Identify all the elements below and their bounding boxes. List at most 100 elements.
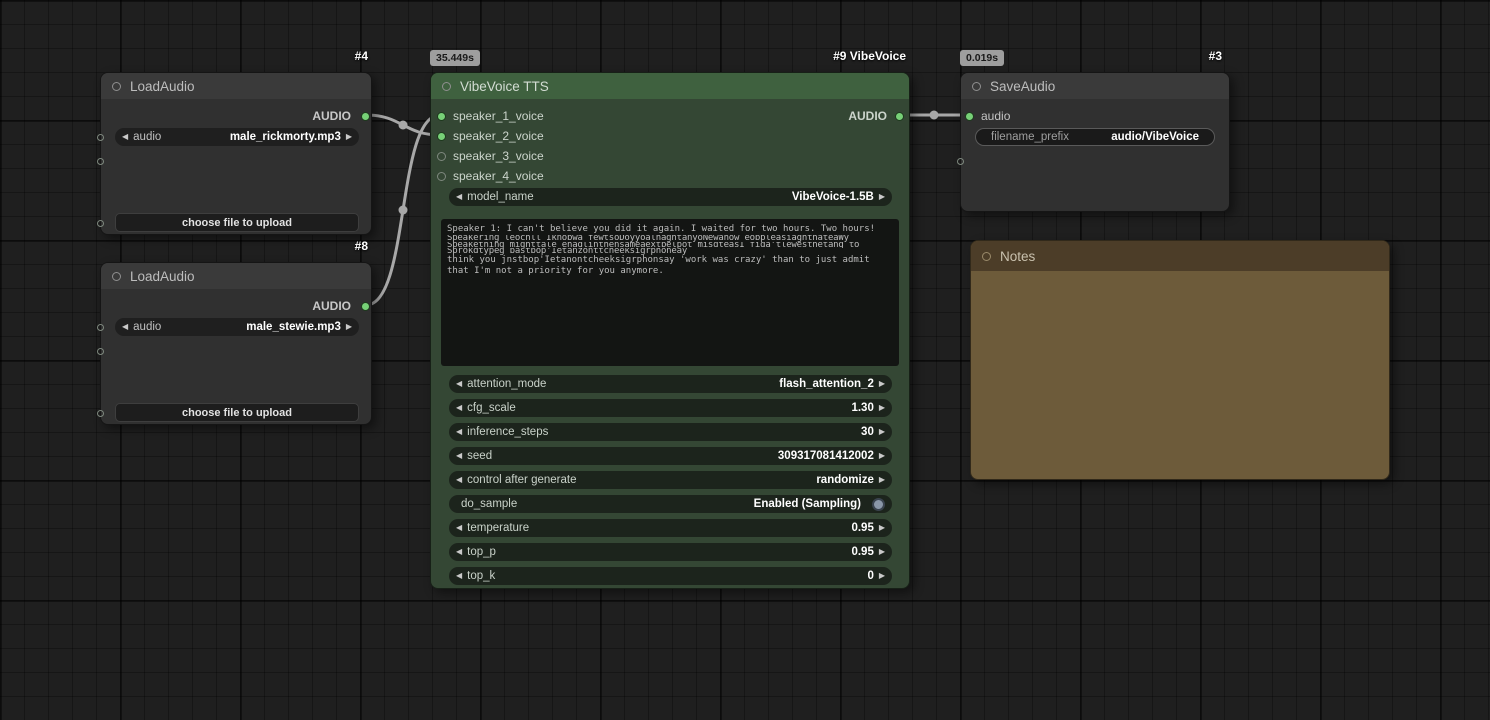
widget-value: 0.95: [851, 546, 873, 558]
script-line: Speakering leochll Iknobwa fěwtsoDoyyoal…: [447, 235, 893, 242]
script-line: Sprokdtÿpeg bastbop'Ietanžonttcheeksigrp…: [447, 248, 893, 255]
script-line: Speaker 1: I can't believe you did it ag…: [447, 224, 893, 235]
collapse-dot-icon[interactable]: [982, 252, 991, 261]
widget-name: audio: [133, 131, 161, 143]
input-slot-label: speaker_1_voice: [453, 109, 544, 123]
stepper-right-arrow-icon[interactable]: ▶: [879, 572, 885, 580]
node-loadaudio-2[interactable]: LoadAudio AUDIO ◀ audio male_stewie.mp3 …: [100, 262, 372, 425]
top-p-number-widget[interactable]: ◀ top_p 0.95 ▶: [449, 543, 892, 561]
do-sample-toggle-widget[interactable]: do_sample Enabled (Sampling): [449, 495, 892, 513]
output-dot-audio[interactable]: [895, 112, 904, 121]
widget-value: 0.95: [851, 522, 873, 534]
script-line: think you jnstbop'Ietanontcheeksigrphons…: [447, 255, 893, 266]
widget-input-dot-upload[interactable]: [97, 410, 104, 417]
stepper-right-arrow-icon[interactable]: ▶: [879, 428, 885, 436]
output-slot-audio: AUDIO: [312, 107, 351, 125]
attention-mode-combo-widget[interactable]: ◀ attention_mode flash_attention_2 ▶: [449, 375, 892, 393]
choose-file-button[interactable]: choose file to upload: [115, 213, 359, 232]
script-textarea[interactable]: Speaker 1: I can't believe you did it ag…: [441, 219, 899, 366]
input-slot-label: speaker_4_voice: [453, 169, 544, 183]
stepper-left-arrow-icon[interactable]: ◀: [456, 524, 462, 532]
input-dot-speaker-3-voice[interactable]: [437, 152, 446, 161]
filename-prefix-text-widget[interactable]: filename_prefix audio/VibeVoice: [975, 128, 1215, 146]
collapse-dot-icon[interactable]: [972, 82, 981, 91]
node-notes[interactable]: Notes: [970, 240, 1390, 480]
toggle-knob-icon[interactable]: [872, 498, 885, 511]
widget-value: VibeVoice-1.5B: [792, 191, 874, 203]
seed-number-widget[interactable]: ◀ seed 309317081412002 ▶: [449, 447, 892, 465]
node-id-badge-vibe: #9 VibeVoice: [430, 49, 906, 63]
input-dot-speaker-2-voice[interactable]: [437, 132, 446, 141]
widget-value: male_rickmorty.mp3: [230, 131, 341, 143]
stepper-left-arrow-icon[interactable]: ◀: [456, 428, 462, 436]
input-slot: speaker_3_voice: [453, 147, 544, 165]
node-header[interactable]: LoadAudio: [101, 73, 371, 99]
stepper-right-arrow-icon[interactable]: ▶: [879, 524, 885, 532]
inference-steps-number-widget[interactable]: ◀ inference_steps 30 ▶: [449, 423, 892, 441]
input-slot: speaker_1_voice: [453, 107, 544, 125]
combo-right-arrow-icon[interactable]: ▶: [346, 323, 352, 331]
combo-left-arrow-icon[interactable]: ◀: [456, 380, 462, 388]
stepper-right-arrow-icon[interactable]: ▶: [879, 452, 885, 460]
widget-input-dot-audio[interactable]: [97, 324, 104, 331]
audio-combo-widget[interactable]: ◀ audio male_rickmorty.mp3 ▶: [115, 128, 359, 146]
input-dot-speaker-1-voice[interactable]: [437, 112, 446, 121]
stepper-left-arrow-icon[interactable]: ◀: [456, 572, 462, 580]
stepper-right-arrow-icon[interactable]: ▶: [879, 404, 885, 412]
combo-left-arrow-icon[interactable]: ◀: [456, 476, 462, 484]
node-loadaudio-1[interactable]: LoadAudio AUDIO ◀ audio male_rickmorty.m…: [100, 72, 372, 235]
combo-right-arrow-icon[interactable]: ▶: [879, 476, 885, 484]
stepper-left-arrow-icon[interactable]: ◀: [456, 452, 462, 460]
stepper-left-arrow-icon[interactable]: ◀: [456, 404, 462, 412]
widget-input-dot-audio[interactable]: [97, 134, 104, 141]
input-slot-label: speaker_3_voice: [453, 149, 544, 163]
node-header[interactable]: LoadAudio: [101, 263, 371, 289]
widget-input-dot-upload[interactable]: [97, 220, 104, 227]
wire-midpoint-dot: [399, 206, 408, 215]
widget-input-dot[interactable]: [97, 348, 104, 355]
widget-value: audio/VibeVoice: [1111, 131, 1199, 143]
collapse-dot-icon[interactable]: [112, 272, 121, 281]
control-after-generate-combo-widget[interactable]: ◀ control after generate randomize ▶: [449, 471, 892, 489]
cfg-scale-number-widget[interactable]: ◀ cfg_scale 1.30 ▶: [449, 399, 892, 417]
node-title: LoadAudio: [130, 79, 195, 94]
collapse-dot-icon[interactable]: [442, 82, 451, 91]
output-slot-label: AUDIO: [312, 299, 351, 313]
node-title: LoadAudio: [130, 269, 195, 284]
widget-input-dot-filename-prefix[interactable]: [957, 158, 964, 165]
choose-file-button[interactable]: choose file to upload: [115, 403, 359, 422]
node-header[interactable]: SaveAudio: [961, 73, 1229, 99]
node-saveaudio[interactable]: SaveAudio audio filename_prefix audio/Vi…: [960, 72, 1230, 212]
top-k-number-widget[interactable]: ◀ top_k 0 ▶: [449, 567, 892, 585]
combo-left-arrow-icon[interactable]: ◀: [456, 193, 462, 201]
model-name-combo-widget[interactable]: ◀ model_name VibeVoice-1.5B ▶: [449, 188, 892, 206]
widget-value: Enabled (Sampling): [754, 498, 861, 510]
node-header[interactable]: VibeVoice TTS: [431, 73, 909, 99]
widget-name: model_name: [467, 191, 533, 203]
node-id-badge-load1: #4: [100, 49, 368, 63]
combo-right-arrow-icon[interactable]: ▶: [346, 133, 352, 141]
stepper-left-arrow-icon[interactable]: ◀: [456, 548, 462, 556]
input-dot-speaker-4-voice[interactable]: [437, 172, 446, 181]
input-slot: speaker_2_voice: [453, 127, 544, 145]
notes-body[interactable]: [971, 271, 1389, 479]
widget-name: filename_prefix: [991, 131, 1069, 143]
node-title: Notes: [1000, 249, 1035, 264]
temperature-number-widget[interactable]: ◀ temperature 0.95 ▶: [449, 519, 892, 537]
combo-right-arrow-icon[interactable]: ▶: [879, 380, 885, 388]
widget-value: flash_attention_2: [779, 378, 874, 390]
input-dot-audio[interactable]: [965, 112, 974, 121]
audio-combo-widget[interactable]: ◀ audio male_stewie.mp3 ▶: [115, 318, 359, 336]
node-header[interactable]: Notes: [971, 241, 1389, 271]
widget-input-dot[interactable]: [97, 158, 104, 165]
combo-left-arrow-icon[interactable]: ◀: [122, 133, 128, 141]
node-vibevoice-tts[interactable]: VibeVoice TTS speaker_1_voice speaker_2_…: [430, 72, 910, 589]
combo-left-arrow-icon[interactable]: ◀: [122, 323, 128, 331]
widget-name: temperature: [467, 522, 529, 534]
collapse-dot-icon[interactable]: [112, 82, 121, 91]
output-dot-audio[interactable]: [361, 112, 370, 121]
input-slot: speaker_4_voice: [453, 167, 544, 185]
output-dot-audio[interactable]: [361, 302, 370, 311]
combo-right-arrow-icon[interactable]: ▶: [879, 193, 885, 201]
stepper-right-arrow-icon[interactable]: ▶: [879, 548, 885, 556]
